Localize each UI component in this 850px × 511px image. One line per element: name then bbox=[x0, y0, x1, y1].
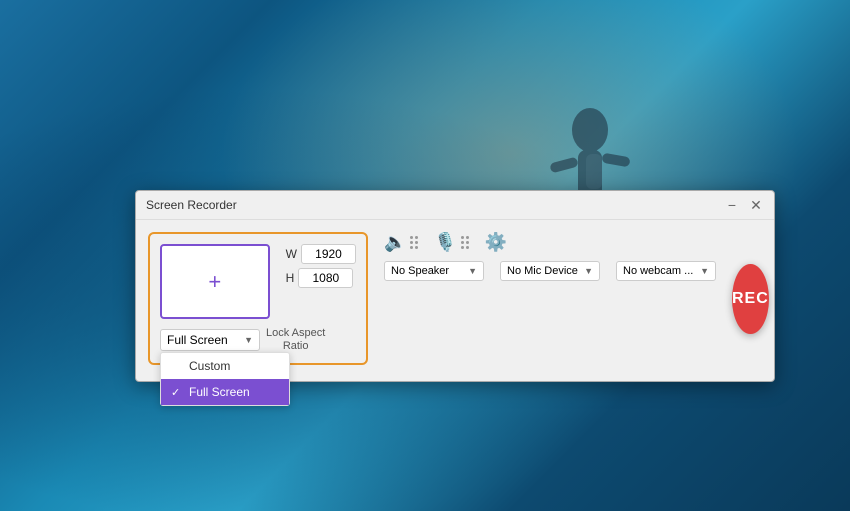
webcam-icons: ⚙️ bbox=[485, 232, 507, 253]
mode-dropdown-menu: Custom ✓ Full Screen bbox=[160, 352, 290, 406]
speaker-chevron-icon: ▼ bbox=[468, 266, 477, 276]
speaker-select[interactable]: No Speaker ▼ bbox=[384, 261, 484, 281]
dropdown-item-custom[interactable]: Custom bbox=[161, 353, 289, 379]
add-area-icon: + bbox=[208, 269, 221, 295]
preview-dims-row: + W H bbox=[160, 244, 356, 319]
lock-aspect-ratio-label: Lock AspectRatio bbox=[266, 327, 325, 353]
titlebar: Screen Recorder − ✕ bbox=[136, 191, 774, 220]
webcam-select[interactable]: No webcam ... ▼ bbox=[616, 261, 716, 281]
screen-recorder-window: Screen Recorder − ✕ + W H bbox=[135, 190, 775, 382]
webcam-chevron-icon: ▼ bbox=[700, 266, 709, 276]
dimensions-inputs: W H bbox=[286, 244, 356, 288]
webcam-group: ⚙️ bbox=[485, 232, 507, 253]
window-controls: − ✕ bbox=[724, 197, 764, 213]
screen-preview[interactable]: + bbox=[160, 244, 270, 319]
height-field: H bbox=[286, 268, 356, 288]
selected-check-icon: ✓ bbox=[171, 386, 183, 399]
devices-panel: 🔈 🎙️ bbox=[384, 232, 716, 281]
microphone-icon: 🎙️ bbox=[434, 232, 456, 253]
rec-button[interactable]: REC bbox=[732, 264, 769, 334]
main-content: + W H Full Screen ▼ bbox=[136, 220, 774, 381]
window-title: Screen Recorder bbox=[146, 198, 237, 212]
mic-select[interactable]: No Mic Device ▼ bbox=[500, 261, 600, 281]
height-input[interactable] bbox=[298, 268, 353, 288]
mic-dots-icon bbox=[461, 236, 469, 249]
mode-selected-label: Full Screen bbox=[167, 333, 228, 347]
speaker-icons: 🔈 bbox=[384, 232, 418, 253]
mode-select-row: Full Screen ▼ Lock AspectRatio bbox=[160, 327, 356, 353]
devices-icons-row: 🔈 🎙️ bbox=[384, 232, 716, 253]
webcam-select-label: No webcam ... bbox=[623, 265, 693, 277]
mode-dropdown[interactable]: Full Screen ▼ bbox=[160, 329, 260, 351]
width-input[interactable] bbox=[301, 244, 356, 264]
mic-group: 🎙️ bbox=[434, 232, 468, 253]
height-label: H bbox=[286, 271, 295, 285]
dropdown-item-fullscreen[interactable]: ✓ Full Screen bbox=[161, 379, 289, 405]
minimize-button[interactable]: − bbox=[724, 197, 740, 213]
width-field: W bbox=[286, 244, 356, 264]
custom-option-label: Custom bbox=[189, 359, 230, 373]
speaker-group: 🔈 bbox=[384, 232, 418, 253]
device-selects-row: No Speaker ▼ No Mic Device ▼ No webcam .… bbox=[384, 261, 716, 281]
mic-chevron-icon: ▼ bbox=[584, 266, 593, 276]
mic-icons: 🎙️ bbox=[434, 232, 468, 253]
close-button[interactable]: ✕ bbox=[748, 197, 764, 213]
speaker-dots-icon bbox=[410, 236, 418, 249]
recording-area-panel: + W H Full Screen ▼ bbox=[148, 232, 368, 365]
rec-button-label: REC bbox=[732, 290, 769, 308]
speaker-icon: 🔈 bbox=[384, 232, 406, 253]
fullscreen-option-label: Full Screen bbox=[189, 385, 250, 399]
webcam-icon: ⚙️ bbox=[485, 232, 507, 253]
width-label: W bbox=[286, 247, 297, 261]
speaker-select-label: No Speaker bbox=[391, 265, 449, 277]
chevron-down-icon: ▼ bbox=[244, 335, 253, 345]
mic-select-label: No Mic Device bbox=[507, 265, 578, 277]
